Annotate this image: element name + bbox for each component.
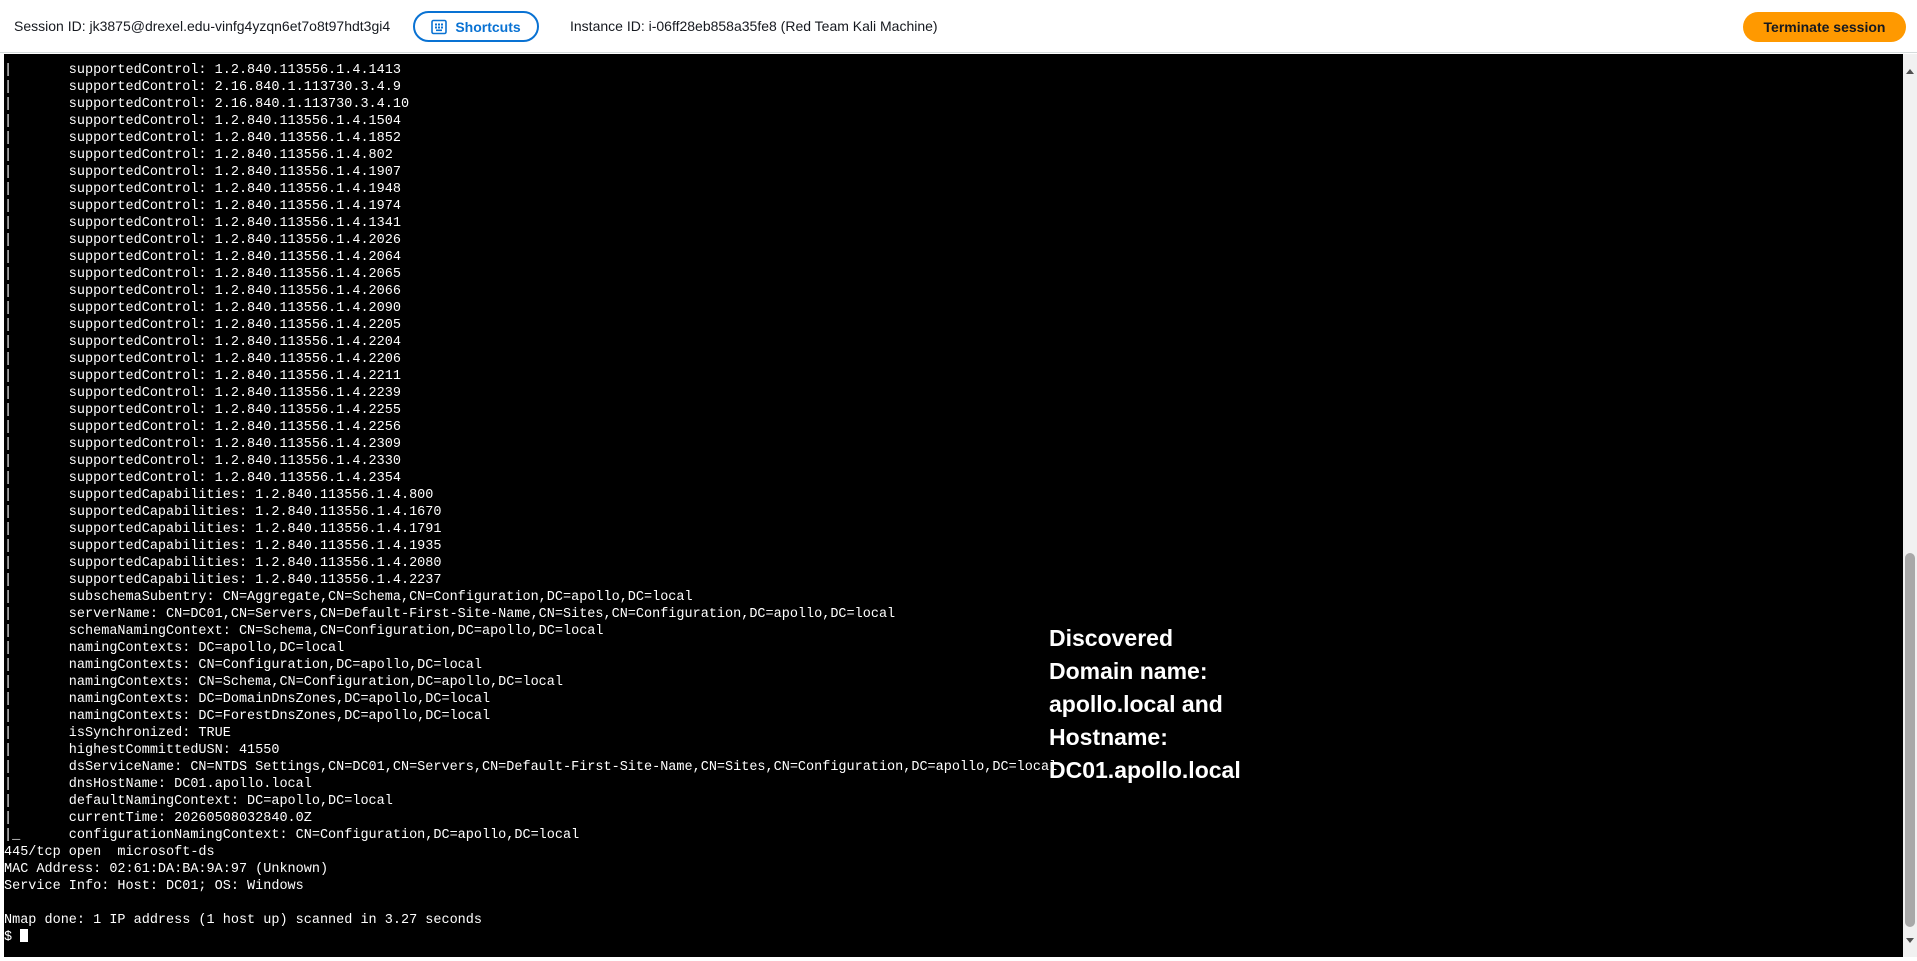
terminal-line: | supportedControl: 1.2.840.113556.1.4.1…	[4, 63, 401, 78]
scrollbar-thumb[interactable]	[1905, 553, 1915, 927]
terminal-line: | supportedControl: 1.2.840.113556.1.4.8…	[4, 148, 393, 163]
terminal-line: | namingContexts: DC=DomainDnsZones,DC=a…	[4, 692, 491, 707]
terminal-line: | supportedControl: 1.2.840.113556.1.4.2…	[4, 335, 401, 350]
terminal-line: | supportedControl: 1.2.840.113556.1.4.2…	[4, 250, 401, 265]
terminal-scrollbar[interactable]	[1903, 54, 1917, 957]
terminal-line: | highestCommittedUSN: 41550	[4, 743, 280, 758]
shortcuts-button[interactable]: Shortcuts	[413, 11, 539, 42]
terminal-line: | supportedCapabilities: 1.2.840.113556.…	[4, 573, 442, 588]
terminal-window[interactable]: | supportedControl: 1.2.840.113556.1.4.1…	[4, 54, 1903, 957]
terminal-line: | supportedCapabilities: 1.2.840.113556.…	[4, 522, 442, 537]
terminal-line: | defaultNamingContext: DC=apollo,DC=loc…	[4, 794, 393, 809]
terminal-line: | subschemaSubentry: CN=Aggregate,CN=Sch…	[4, 590, 693, 605]
scroll-up-arrow-icon[interactable]	[1906, 69, 1914, 74]
terminal-line: | supportedControl: 1.2.840.113556.1.4.2…	[4, 352, 401, 367]
annotation-line: Discovered	[1049, 625, 1174, 651]
terminal-line: | supportedControl: 1.2.840.113556.1.4.1…	[4, 131, 401, 146]
keyboard-icon	[431, 19, 448, 35]
terminal-line: | supportedControl: 1.2.840.113556.1.4.1…	[4, 165, 401, 180]
terminal-line: $	[4, 929, 1057, 946]
terminal-line: | dsServiceName: CN=NTDS Settings,CN=DC0…	[4, 760, 1058, 775]
terminal-line: | supportedControl: 2.16.840.1.113730.3.…	[4, 80, 401, 95]
terminal-line: | namingContexts: CN=Schema,CN=Configura…	[4, 675, 563, 690]
annotation-overlay: Discovered Domain name: apollo.local and Ho…	[1049, 622, 1241, 787]
terminal-line: | supportedControl: 1.2.840.113556.1.4.2…	[4, 403, 401, 418]
terminal-line: | supportedControl: 1.2.840.113556.1.4.2…	[4, 420, 401, 435]
annotation-line: apollo.local and	[1049, 691, 1223, 717]
terminal-line: | supportedControl: 1.2.840.113556.1.4.2…	[4, 437, 401, 452]
terminal-line: | namingContexts: DC=apollo,DC=local	[4, 641, 345, 656]
scroll-down-arrow-icon[interactable]	[1906, 938, 1914, 943]
terminal-cursor	[20, 929, 29, 942]
instance-id-label: Instance ID: i-06ff28eb858a35fe8 (Red Te…	[570, 18, 938, 34]
terminal-line: | serverName: CN=DC01,CN=Servers,CN=Defa…	[4, 607, 896, 622]
terminal-line: | supportedControl: 1.2.840.113556.1.4.1…	[4, 216, 401, 231]
terminal-line: Service Info: Host: DC01; OS: Windows	[4, 879, 304, 894]
terminal-line: | supportedCapabilities: 1.2.840.113556.…	[4, 556, 442, 571]
terminal-line: | supportedControl: 1.2.840.113556.1.4.2…	[4, 284, 401, 299]
terminal-line: | currentTime: 20260508032840.0Z	[4, 811, 312, 826]
terminal-line: | supportedControl: 2.16.840.1.113730.3.…	[4, 97, 410, 112]
session-header: Session ID: jk3875@drexel.edu-vinfg4yzqn…	[0, 0, 1917, 53]
terminal-line: MAC Address: 02:61:DA:BA:9A:97 (Unknown)	[4, 862, 329, 877]
terminal-line: | schemaNamingContext: CN=Schema,CN=Conf…	[4, 624, 604, 639]
terminal-line: | supportedCapabilities: 1.2.840.113556.…	[4, 539, 442, 554]
terminal-line: | supportedControl: 1.2.840.113556.1.4.2…	[4, 454, 401, 469]
annotation-line: DC01.apollo.local	[1049, 757, 1241, 783]
terminal-line: Nmap done: 1 IP address (1 host up) scan…	[4, 913, 482, 928]
terminal-line: | supportedControl: 1.2.840.113556.1.4.2…	[4, 267, 401, 282]
terminal-line: | namingContexts: DC=ForestDnsZones,DC=a…	[4, 709, 491, 724]
shortcuts-label: Shortcuts	[455, 18, 521, 35]
terminate-session-button[interactable]: Terminate session	[1743, 12, 1906, 42]
terminal-line: |_ configurationNamingContext: CN=Config…	[4, 828, 580, 843]
annotation-line: Domain name:	[1049, 658, 1208, 684]
page-bottom-edge	[0, 957, 1917, 961]
terminal-line: | isSynchronized: TRUE	[4, 726, 231, 741]
terminal-line: | supportedCapabilities: 1.2.840.113556.…	[4, 505, 442, 520]
terminal-line: | supportedControl: 1.2.840.113556.1.4.1…	[4, 199, 401, 214]
terminal-line: | supportedControl: 1.2.840.113556.1.4.2…	[4, 386, 401, 401]
terminal-line: | supportedControl: 1.2.840.113556.1.4.2…	[4, 233, 401, 248]
terminal-line: | supportedControl: 1.2.840.113556.1.4.1…	[4, 114, 401, 129]
terminal-line: | namingContexts: CN=Configuration,DC=ap…	[4, 658, 482, 673]
terminal-line: | supportedCapabilities: 1.2.840.113556.…	[4, 488, 434, 503]
terminal-line: | supportedControl: 1.2.840.113556.1.4.1…	[4, 182, 401, 197]
annotation-line: Hostname:	[1049, 724, 1168, 750]
terminal-line: 445/tcp open microsoft-ds	[4, 845, 215, 860]
terminal-line: | supportedControl: 1.2.840.113556.1.4.2…	[4, 318, 401, 333]
terminal-line: | supportedControl: 1.2.840.113556.1.4.2…	[4, 369, 401, 384]
terminal-line: | supportedControl: 1.2.840.113556.1.4.2…	[4, 471, 401, 486]
terminal-line: | dnsHostName: DC01.apollo.local	[4, 777, 312, 792]
session-id-label: Session ID: jk3875@drexel.edu-vinfg4yzqn…	[14, 18, 391, 34]
terminal-output: | supportedControl: 1.2.840.113556.1.4.1…	[4, 62, 1057, 946]
terminal-line: | supportedControl: 1.2.840.113556.1.4.2…	[4, 301, 401, 316]
